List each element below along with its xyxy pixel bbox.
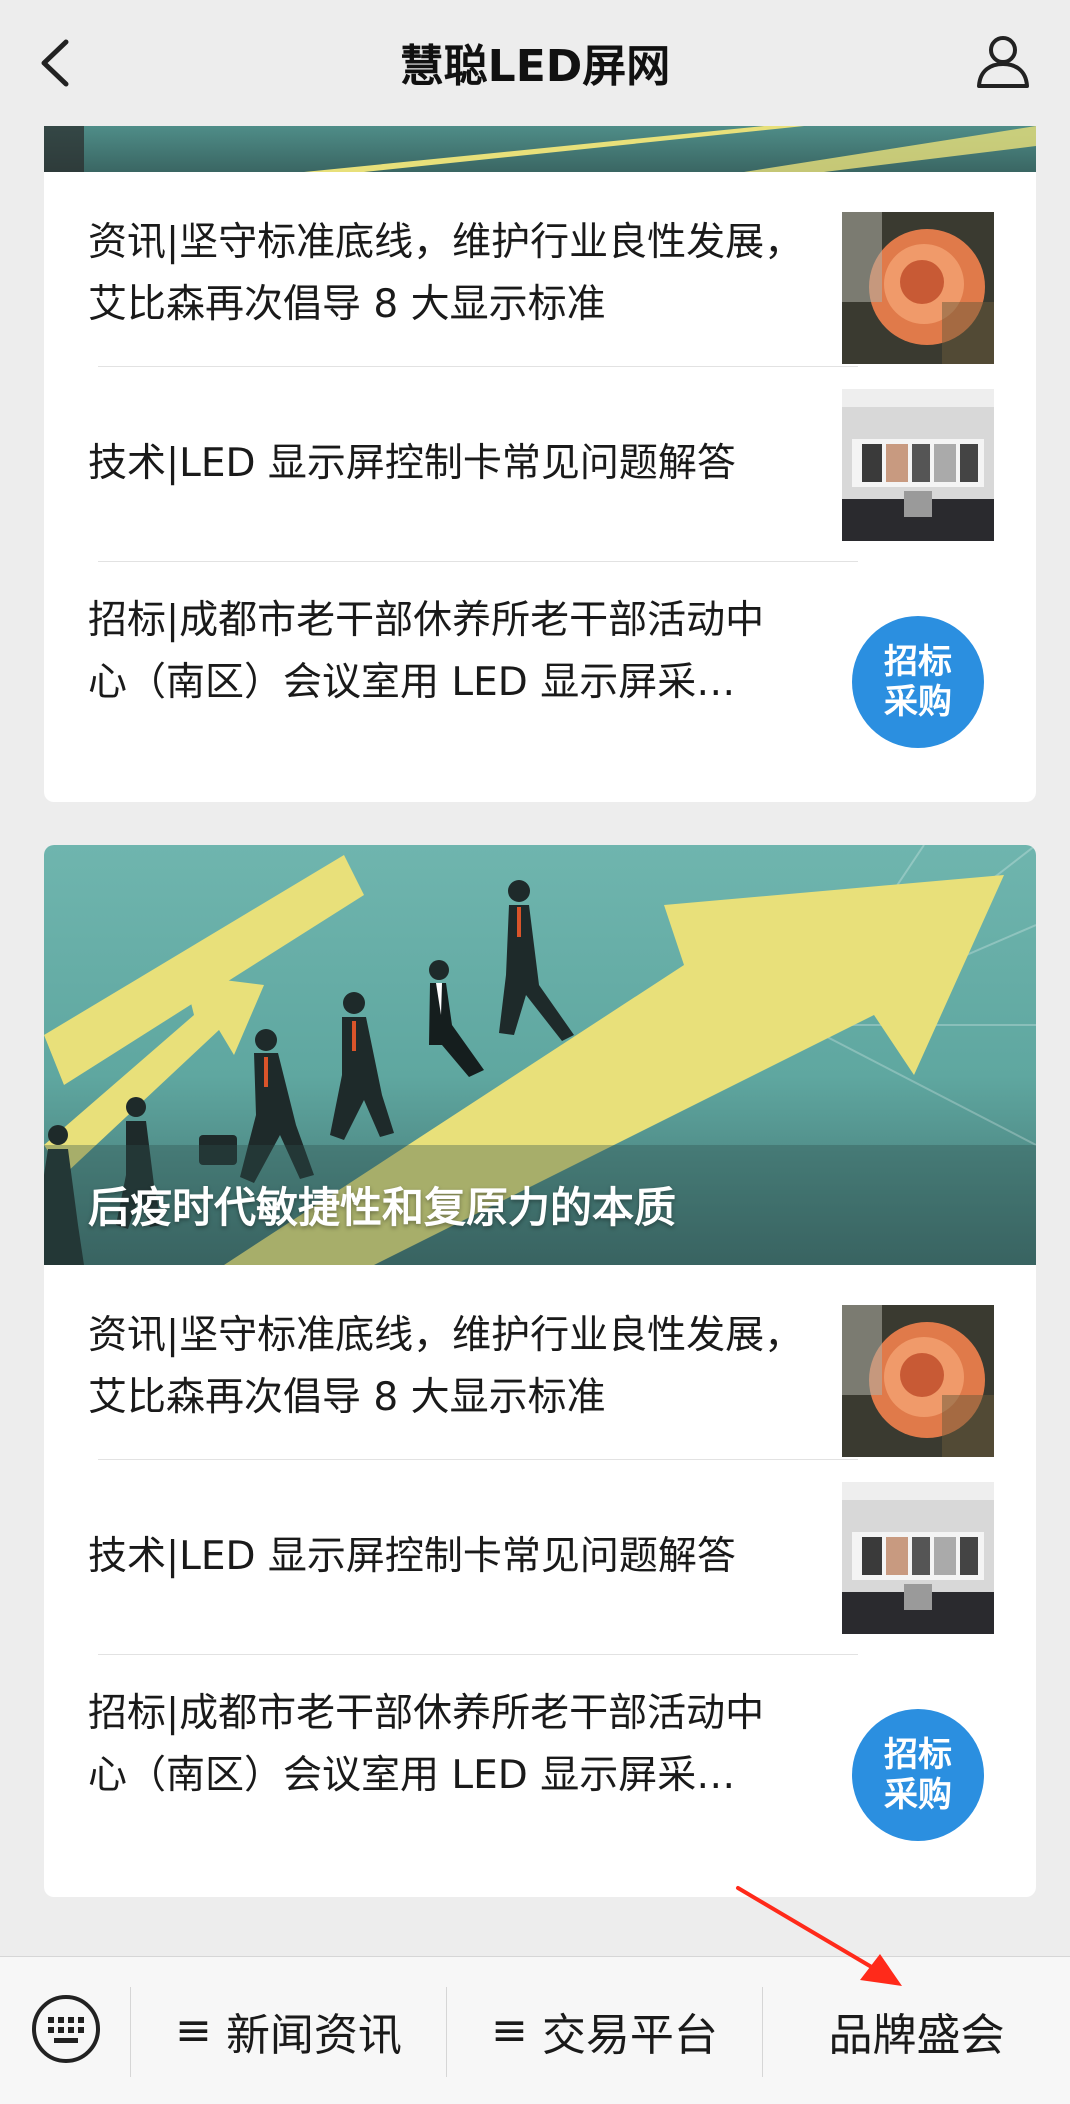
menu-label: 新闻资讯 [225, 2009, 402, 2061]
list-item[interactable]: 招标|成都市老干部休养所老干部活动中 心（南区）会议室用 LED 显示屏采… 招… [44, 562, 1036, 782]
top-bar: 慧聪LED屏网 [0, 0, 1070, 126]
item-title-line: 招标|成都市老干部休养所老干部活动中 [88, 598, 765, 643]
item-title-line: 心（南区）会议室用 LED 显示屏采… [88, 660, 736, 705]
menu-list-icon: ≡ [491, 2005, 528, 2056]
item-title-line: 技术|LED 显示屏控制卡常见问题解答 [88, 1534, 736, 1579]
item-title-line: 艾比森再次倡导 8 大显示标准 [88, 282, 606, 327]
list-item[interactable]: 资讯|坚守标准底线，维护行业良性发展， 艾比森再次倡导 8 大显示标准 [44, 172, 1036, 367]
led-wall-thumbnail [842, 389, 994, 541]
article-card: 资讯|坚守标准底线，维护行业良性发展， 艾比森再次倡导 8 大显示标准 技术|L… [44, 126, 1036, 802]
flower-display-thumbnail [842, 212, 994, 364]
list-item[interactable]: 招标|成都市老干部休养所老干部活动中 心（南区）会议室用 LED 显示屏采… 招… [44, 1655, 1036, 1875]
list-item[interactable]: 技术|LED 显示屏控制卡常见问题解答 [44, 367, 1036, 562]
banner-partial[interactable] [44, 126, 1036, 172]
item-title-line: 资讯|坚守标准底线，维护行业良性发展， [88, 220, 804, 265]
annotation-arrow-icon [736, 1886, 902, 1986]
page-title: 慧聪LED屏网 [399, 41, 671, 92]
keyboard-icon[interactable] [30, 1993, 102, 2065]
menu-list-icon: ≡ [175, 2005, 212, 2056]
menu-news[interactable]: ≡ 新闻资讯 [131, 1957, 446, 2104]
tender-procurement-badge: 招标 采购 [852, 1709, 984, 1841]
tender-procurement-badge: 招标 采购 [852, 616, 984, 748]
item-title-line: 资讯|坚守标准底线，维护行业良性发展， [88, 1313, 804, 1358]
article-card: 后疫时代敏捷性和复原力的本质 资讯|坚守标准底线，维护行业良性发展， 艾比森再次… [44, 845, 1036, 1897]
menu-label: 交易平台 [541, 2009, 718, 2061]
item-title-line: 招标|成都市老干部休养所老干部活动中 [88, 1691, 765, 1736]
user-profile-icon[interactable] [974, 32, 1032, 90]
led-wall-thumbnail [842, 1482, 994, 1634]
menu-trading-platform[interactable]: ≡ 交易平台 [447, 1957, 762, 2104]
article-banner[interactable]: 后疫时代敏捷性和复原力的本质 [44, 845, 1036, 1265]
list-item[interactable]: 技术|LED 显示屏控制卡常见问题解答 [44, 1460, 1036, 1655]
item-title-line: 心（南区）会议室用 LED 显示屏采… [88, 1753, 736, 1798]
menu-label: 品牌盛会 [828, 2009, 1005, 2061]
item-title-line: 艾比森再次倡导 8 大显示标准 [88, 1375, 606, 1420]
item-title-line: 技术|LED 显示屏控制卡常见问题解答 [88, 441, 736, 486]
banner-title: 后疫时代敏捷性和复原力的本质 [88, 1183, 677, 1232]
flower-display-thumbnail [842, 1305, 994, 1457]
list-item[interactable]: 资讯|坚守标准底线，维护行业良性发展， 艾比森再次倡导 8 大显示标准 [44, 1265, 1036, 1460]
